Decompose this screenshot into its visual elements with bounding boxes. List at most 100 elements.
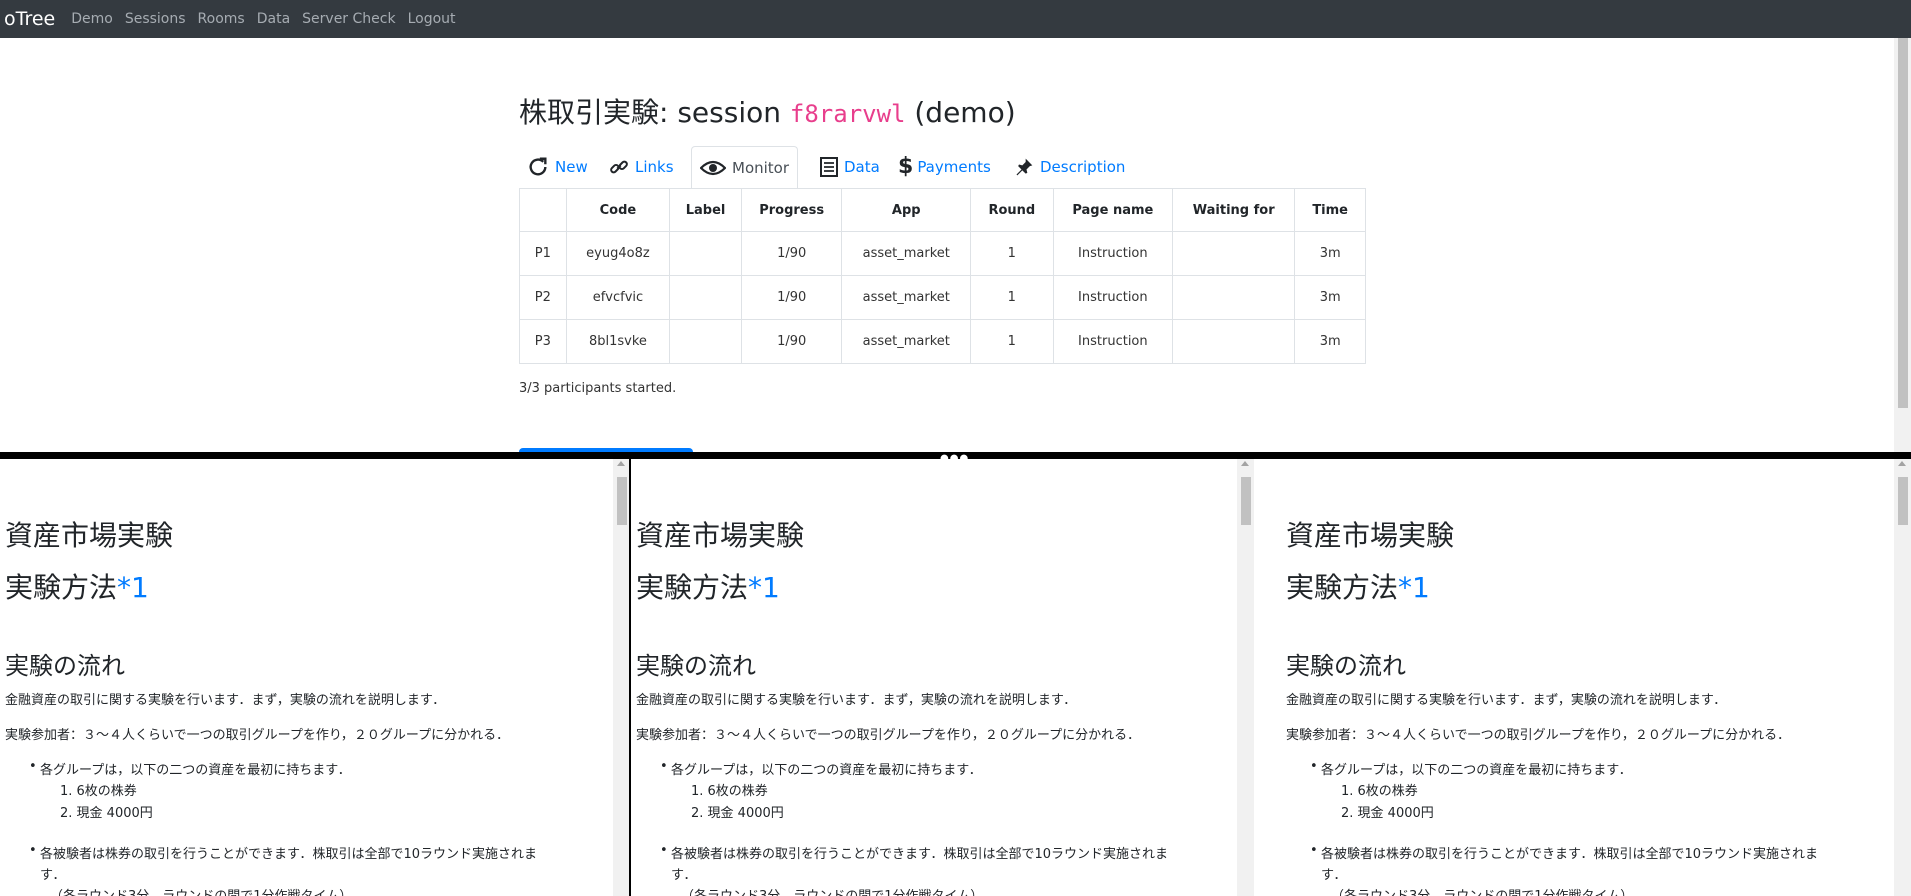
tab-monitor[interactable]: Monitor [691,146,799,189]
participants-table: Code Label Progress App Round Page name … [519,188,1366,364]
list-item: （各ラウンド3分，ラウンドの間で1分作戦タイム） [1331,885,1633,896]
instruction-subtitle: 実験方法*1 [5,566,149,606]
nav-sessions[interactable]: Sessions [125,11,186,27]
subtitle-text: 実験方法 [636,571,749,604]
cell-time: 3m [1294,231,1366,276]
page-title: 株取引実験: session f8rarvwl (demo) [519,91,1016,131]
list-item: 1. 6枚の株券 [1341,784,1418,799]
session-tabs: New Links Monitor Data $ Payments Descri… [519,146,1365,189]
tab-new[interactable]: New [519,146,596,187]
brand-logo[interactable]: oTree [4,8,55,30]
bullet-dot: • [1310,843,1318,858]
scroll-up-icon[interactable] [1898,461,1906,466]
instruction-title: 資産市場実験 [5,519,174,552]
bullet-dot: • [29,759,37,774]
cell-label [669,275,742,320]
footnote-link[interactable]: *1 [748,571,780,604]
title-prefix: 株取引実験: session [519,96,790,129]
col-code: Code [565,188,671,232]
cell-label [669,319,742,364]
list-item: 各被験者は株券の取引を行うことができます．株取引は全部で10ラウンド実施されま [671,847,1169,862]
cell-time: 3m [1294,275,1366,320]
section-heading: 実験の流れ [1286,652,1406,680]
instruction-title: 資産市場実験 [1286,519,1455,552]
cell-progress: 1/90 [740,319,843,364]
col-time: Time [1294,188,1366,232]
instruction-subtitle: 実験方法*1 [1286,566,1430,606]
cell-app: asset_market [841,231,972,276]
participants-text: 実験参加者：３～４人くらいで一つの取引グループを作り，２０グループに分かれる． [1286,728,1791,743]
link-icon [610,160,628,173]
bullet-dot: • [660,843,668,858]
nav-server-check[interactable]: Server Check [302,11,395,27]
tab-data[interactable]: Data [812,146,888,187]
pin-icon [1016,158,1033,175]
cell-round: 1 [970,275,1054,320]
instruction-title: 資産市場実験 [636,519,805,552]
list-item: 各被験者は株券の取引を行うことができます．株取引は全部で10ラウンド実施されま [40,847,538,862]
footnote-link[interactable]: *1 [1398,571,1430,604]
list-item: す． [671,868,697,883]
nav-data[interactable]: Data [257,11,290,27]
cell-page-name: Instruction [1052,319,1174,364]
session-code: f8rarvwl [789,100,906,128]
col-app: App [841,188,972,232]
instruction-subtitle: 実験方法*1 [636,566,780,606]
pane-scrollbar[interactable] [1894,459,1911,896]
col-page-name: Page name [1052,188,1174,232]
cell-round: 1 [970,231,1054,276]
scroll-up-icon[interactable] [617,461,625,466]
list-item: 2. 現金 4000円 [60,806,153,821]
list-item: す． [1321,868,1347,883]
cell-id: P1 [519,231,567,276]
subtitle-text: 実験方法 [5,571,118,604]
scroll-up-icon[interactable] [1241,461,1249,466]
tab-payments[interactable]: $ Payments [890,146,999,187]
table-header-row: Code Label Progress App Round Page name … [519,188,1366,232]
top-pane-scrollbar[interactable] [1894,38,1911,452]
list-item: 各被験者は株券の取引を行うことができます．株取引は全部で10ラウンド実施されま [1321,847,1819,862]
intro-text: 金融資産の取引に関する実験を行います．まず，実験の流れを説明します． [5,693,446,708]
nav-demo[interactable]: Demo [71,11,113,27]
nav-rooms[interactable]: Rooms [198,11,245,27]
list-item: 各グループは，以下の二つの資産を最初に持ちます． [671,763,982,778]
tab-description[interactable]: Description [1006,146,1133,187]
tab-links[interactable]: Links [601,146,682,187]
cell-code: eyug4o8z [565,231,671,276]
col-progress: Progress [740,188,843,232]
scrollbar-thumb[interactable] [1898,477,1908,525]
scrollbar-thumb[interactable] [617,477,627,525]
bullet-dot: • [660,759,668,774]
top-navbar: oTree Demo Sessions Rooms Data Server Ch… [0,0,1911,38]
cell-time: 3m [1294,319,1366,364]
table-row: P1 eyug4o8z 1/90 asset_market 1 Instruct… [519,231,1366,276]
scrollbar-thumb[interactable] [1241,477,1251,525]
list-item: 各グループは，以下の二つの資産を最初に持ちます． [1321,763,1632,778]
cell-label [669,231,742,276]
section-heading: 実験の流れ [636,652,756,680]
footnote-link[interactable]: *1 [117,571,149,604]
cell-waiting-for [1172,319,1296,364]
col-id [519,188,567,232]
participants-text: 実験参加者：３～４人くらいで一つの取引グループを作り，２０グループに分かれる． [636,728,1141,743]
tab-new-label: New [555,157,588,176]
cell-page-name: Instruction [1052,231,1174,276]
pane-scrollbar[interactable] [1237,459,1254,896]
cell-code: efvcfvic [565,275,671,320]
tab-data-label: Data [844,157,880,176]
col-waiting-for: Waiting for [1172,188,1296,232]
list-item: 1. 6枚の株券 [691,784,768,799]
tab-links-label: Links [635,157,674,176]
dollar-icon: $ [898,154,914,179]
bullet-dot: • [29,843,37,858]
subtitle-text: 実験方法 [1286,571,1399,604]
cell-waiting-for [1172,231,1296,276]
refresh-icon [529,157,547,175]
col-round: Round [970,188,1054,232]
cell-id: P3 [519,319,567,364]
pane-scrollbar[interactable] [613,459,630,896]
participant-pane-p3: 資産市場実験 実験方法*1 実験の流れ 金融資産の取引に関する実験を行います．ま… [1254,459,1911,896]
scrollbar-thumb[interactable] [1898,38,1908,408]
nav-logout[interactable]: Logout [408,11,456,27]
title-suffix: (demo) [905,96,1016,129]
